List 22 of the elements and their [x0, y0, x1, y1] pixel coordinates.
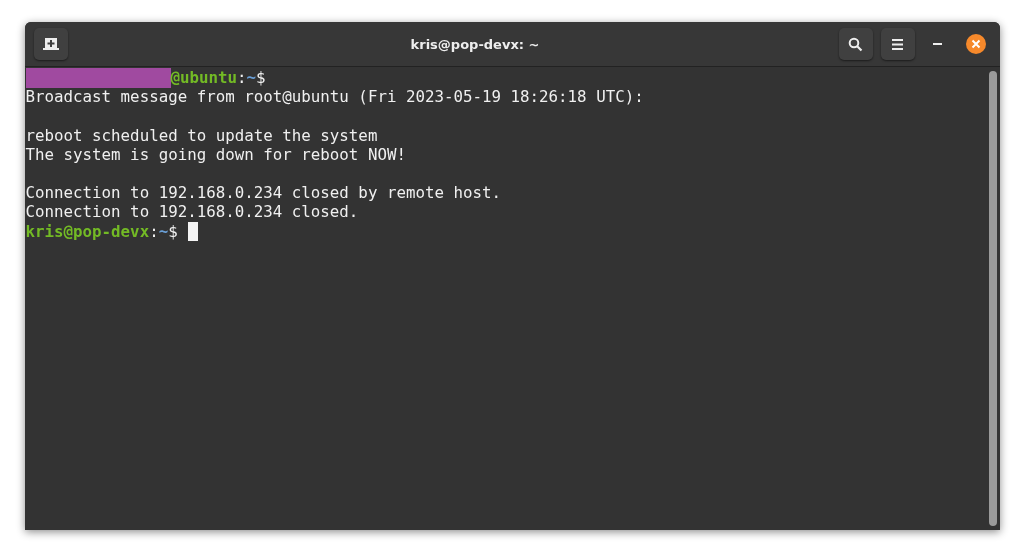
terminal-output: reboot scheduled to update the system: [25, 125, 378, 145]
close-icon: [965, 34, 986, 54]
prompt-user: kris@pop-devx: [25, 221, 150, 241]
menu-button[interactable]: [880, 28, 915, 60]
prompt-path: ~: [246, 68, 257, 88]
terminal-output: Connection to 192.168.0.234 closed.: [25, 202, 359, 222]
terminal-output: Broadcast message from root@ubuntu (Fri 2023-05-19 18:26:18 UTC):: [25, 87, 644, 107]
prompt-separator: :: [237, 68, 247, 88]
search-button[interactable]: [838, 28, 873, 60]
prompt-path: ~: [158, 221, 169, 241]
prompt-separator: :: [149, 221, 159, 241]
search-icon: [848, 36, 863, 52]
prompt-symbol: $: [256, 68, 266, 88]
terminal-output: The system is going down for reboot NOW!: [25, 144, 406, 164]
scrollbar[interactable]: [988, 71, 997, 526]
minimize-icon: [933, 43, 942, 45]
terminal-output: Connection to 192.168.0.234 closed by remote host.: [25, 183, 502, 203]
new-tab-icon: [42, 37, 59, 51]
prompt-symbol: $: [168, 221, 178, 241]
menu-icon: [892, 38, 903, 50]
new-tab-button[interactable]: [33, 28, 68, 60]
window-title: kris@pop-devx: ~: [409, 36, 541, 52]
